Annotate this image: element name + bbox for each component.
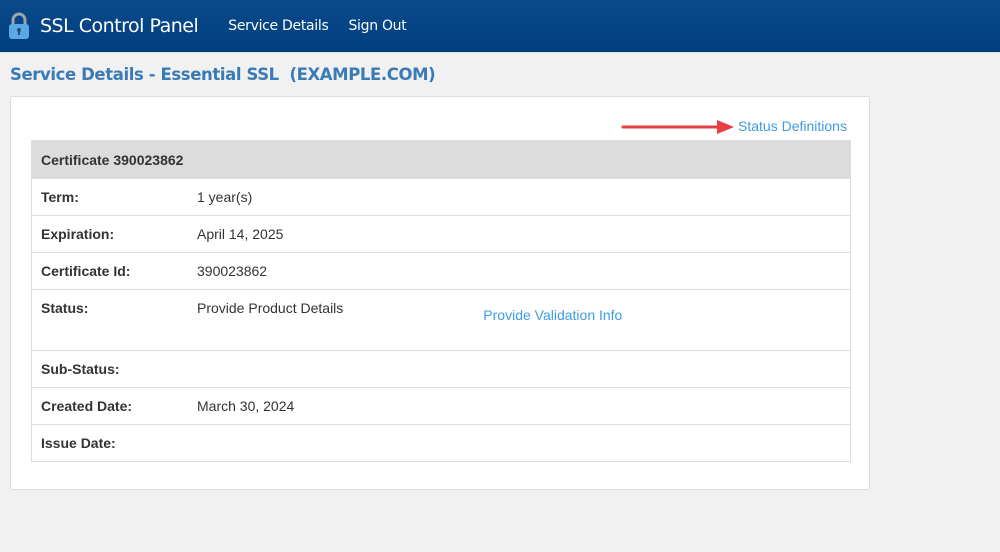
table-row: Status: Provide Product Details Provide Va… xyxy=(31,289,851,351)
row-label: Sub-Status: xyxy=(31,350,188,388)
row-label: Created Date: xyxy=(31,387,188,425)
status-definitions-link[interactable]: Status Definitions xyxy=(738,118,847,134)
row-value: 1 year(s) xyxy=(188,178,851,216)
nav-sign-out[interactable]: Sign Out xyxy=(348,18,406,34)
row-value: 390023862 xyxy=(188,252,851,290)
lock-icon xyxy=(7,12,31,40)
provide-validation-info-link[interactable]: Provide Validation Info xyxy=(483,307,622,323)
row-label: Status: xyxy=(31,289,188,351)
nav-service-details[interactable]: Service Details xyxy=(228,18,329,34)
table-row: Created Date: March 30, 2024 xyxy=(31,387,851,425)
row-value: April 14, 2025 xyxy=(188,215,851,253)
row-label: Certificate Id: xyxy=(31,252,188,290)
row-value xyxy=(188,424,851,462)
top-navbar: SSL Control Panel Service Details Sign O… xyxy=(0,0,1000,53)
table-row: Sub-Status: xyxy=(31,350,851,388)
row-label: Term: xyxy=(31,178,188,216)
certificate-header: Certificate 390023862 xyxy=(31,140,851,179)
row-label: Expiration: xyxy=(31,215,188,253)
red-arrow-annotation xyxy=(621,120,734,134)
brand-title: SSL Control Panel xyxy=(40,15,199,37)
table-row: Expiration: April 14, 2025 xyxy=(31,215,851,253)
row-value: Provide Product Details xyxy=(197,300,344,316)
page-title: Service Details - Essential SSL (EXAMPLE… xyxy=(10,65,436,84)
table-row: Term: 1 year(s) xyxy=(31,178,851,216)
row-label: Issue Date: xyxy=(31,424,188,462)
row-value: March 30, 2024 xyxy=(188,387,851,425)
table-row: Certificate Id: 390023862 xyxy=(31,252,851,290)
certificate-table: Certificate 390023862 Term: 1 year(s) Exp… xyxy=(31,140,851,462)
details-card: Status Definitions Certificate 390023862… xyxy=(10,96,870,490)
table-row: Issue Date: xyxy=(31,424,851,462)
row-value xyxy=(188,350,851,388)
